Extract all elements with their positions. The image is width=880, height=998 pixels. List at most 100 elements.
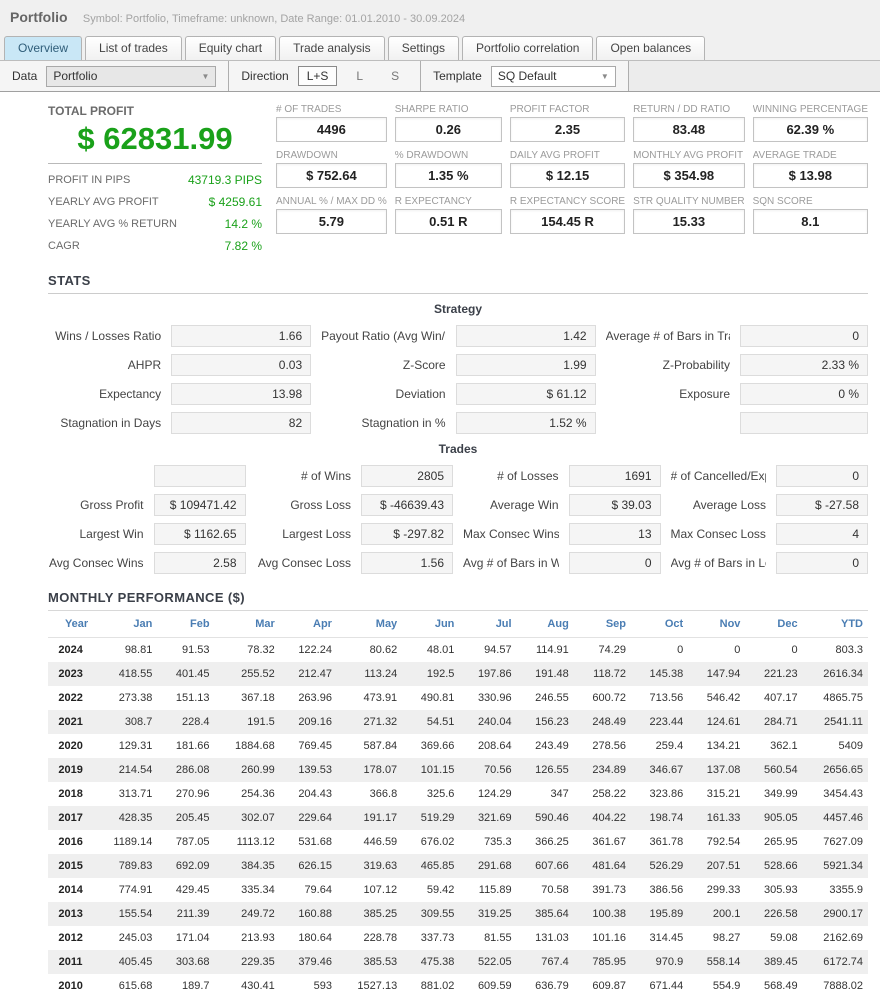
- value-cell: 587.84: [337, 734, 402, 758]
- trades-subsection-title: Trades: [48, 442, 868, 456]
- strategy-subsection-title: Strategy: [48, 302, 868, 316]
- value-cell: 211.39: [157, 902, 214, 926]
- tab-portfolio-correlation[interactable]: Portfolio correlation: [462, 36, 593, 60]
- stat-value: 2805: [361, 465, 453, 487]
- value-cell: 221.23: [745, 662, 802, 686]
- metric-value: 5.79: [276, 209, 387, 234]
- metric: AVERAGE TRADE $ 13.98: [753, 150, 868, 188]
- value-cell: 367.18: [215, 686, 280, 710]
- value-cell: 114.91: [517, 638, 574, 663]
- value-cell: 254.36: [215, 782, 280, 806]
- value-cell: 100.38: [574, 902, 631, 926]
- tab-list-of-trades[interactable]: List of trades: [85, 36, 182, 60]
- stat-value: 4: [776, 523, 868, 545]
- metric: # OF TRADES 4496: [276, 104, 387, 142]
- value-cell: 314.45: [631, 926, 688, 950]
- value-cell: 323.86: [631, 782, 688, 806]
- table-header-cell: Nov: [688, 611, 745, 638]
- value-cell: 48.01: [402, 638, 459, 663]
- profit-row: YEARLY AVG % RETURN 14.2 %: [48, 213, 262, 235]
- value-cell: 609.59: [459, 974, 516, 998]
- value-cell: 490.81: [402, 686, 459, 710]
- data-select[interactable]: Portfolio ▼: [46, 66, 216, 87]
- value-cell: 0: [688, 638, 745, 663]
- value-cell: 115.89: [459, 878, 516, 902]
- value-cell: 81.55: [459, 926, 516, 950]
- tab-equity-chart[interactable]: Equity chart: [185, 36, 276, 60]
- table-row: 2017 428.35205.45302.07229.64191.17519.2…: [48, 806, 868, 830]
- metric-value: 2.35: [510, 117, 625, 142]
- value-cell: 335.34: [215, 878, 280, 902]
- value-cell: 78.32: [215, 638, 280, 663]
- stat-value: $ -297.82: [361, 523, 453, 545]
- tab-open-balances[interactable]: Open balances: [596, 36, 705, 60]
- table-header-cell: Jul: [459, 611, 516, 638]
- value-cell: 255.52: [215, 662, 280, 686]
- value-cell: 519.29: [402, 806, 459, 830]
- table-row: 2015 789.83692.09384.35626.15319.63465.8…: [48, 854, 868, 878]
- value-cell: 609.87: [574, 974, 631, 998]
- stat-value: 0.03: [171, 354, 311, 376]
- value-cell: 258.22: [574, 782, 631, 806]
- stat-value: 0: [776, 552, 868, 574]
- value-cell: 131.03: [517, 926, 574, 950]
- value-cell: 139.53: [280, 758, 337, 782]
- template-select[interactable]: SQ Default ▼: [491, 66, 616, 87]
- metric-value: $ 13.98: [753, 163, 868, 188]
- value-cell: 386.56: [631, 878, 688, 902]
- value-cell: 385.53: [337, 950, 402, 974]
- value-cell: 189.7: [157, 974, 214, 998]
- tab-settings[interactable]: Settings: [388, 36, 459, 60]
- direction-button-long[interactable]: L: [347, 66, 372, 86]
- table-row: 2020 129.31181.661884.68769.45587.84369.…: [48, 734, 868, 758]
- year-cell: 2018: [48, 782, 93, 806]
- stat-label: Largest Win: [48, 527, 144, 541]
- direction-button-short[interactable]: S: [382, 66, 408, 86]
- table-header-cell: Oct: [631, 611, 688, 638]
- direction-button-long-short[interactable]: L+S: [298, 66, 338, 86]
- metric: STR QUALITY NUMBER 15.33: [633, 196, 745, 234]
- value-cell: 248.49: [574, 710, 631, 734]
- value-cell: 774.91: [93, 878, 157, 902]
- stat-label: # of Cancelled/Expired: [671, 469, 767, 483]
- value-cell: 970.9: [631, 950, 688, 974]
- table-row: 2010 615.68189.7430.415931527.13881.0260…: [48, 974, 868, 998]
- metric-value: 62.39 %: [753, 117, 868, 142]
- stat-label: Deviation: [321, 387, 445, 401]
- value-cell: 735.3: [459, 830, 516, 854]
- value-cell: 3355.9: [803, 878, 868, 902]
- profit-row-label: CAGR: [48, 235, 80, 257]
- stat-label: Payout Ratio (Avg Win/Loss): [321, 329, 445, 343]
- metric: DAILY AVG PROFIT $ 12.15: [510, 150, 625, 188]
- metric-label: RETURN / DD RATIO: [633, 104, 745, 115]
- monthly-performance-table: YearJanFebMarAprMayJunJulAugSepOctNovDec…: [48, 610, 868, 998]
- metric: R EXPECTANCY SCORE 154.45 R: [510, 196, 625, 234]
- value-cell: 401.45: [157, 662, 214, 686]
- stat-label: Z-Score: [321, 358, 445, 372]
- value-cell: 369.66: [402, 734, 459, 758]
- tab-overview[interactable]: Overview: [4, 36, 82, 60]
- value-cell: 2541.11: [803, 710, 868, 734]
- value-cell: 881.02: [402, 974, 459, 998]
- value-cell: 1113.12: [215, 830, 280, 854]
- value-cell: 607.66: [517, 854, 574, 878]
- value-cell: 70.56: [459, 758, 516, 782]
- value-cell: 113.24: [337, 662, 402, 686]
- value-cell: 1884.68: [215, 734, 280, 758]
- value-cell: 337.73: [402, 926, 459, 950]
- value-cell: 118.72: [574, 662, 631, 686]
- value-cell: 299.33: [688, 878, 745, 902]
- value-cell: 228.4: [157, 710, 214, 734]
- main-content: TOTAL PROFIT $ 62831.99 PROFIT IN PIPS 4…: [0, 92, 880, 998]
- value-cell: 54.51: [402, 710, 459, 734]
- stat-value: 0: [740, 325, 868, 347]
- tab-trade-analysis[interactable]: Trade analysis: [279, 36, 385, 60]
- top-header-bar: Portfolio Symbol: Portfolio, Timeframe: …: [0, 0, 880, 31]
- stat-value: 1.66: [171, 325, 311, 347]
- table-header-cell: Aug: [517, 611, 574, 638]
- value-cell: 2616.34: [803, 662, 868, 686]
- metric-label: DRAWDOWN: [276, 150, 387, 161]
- value-cell: 98.27: [688, 926, 745, 950]
- toolbar: Data Portfolio ▼ Direction L+S L S Templ…: [0, 61, 880, 92]
- value-cell: 349.99: [745, 782, 802, 806]
